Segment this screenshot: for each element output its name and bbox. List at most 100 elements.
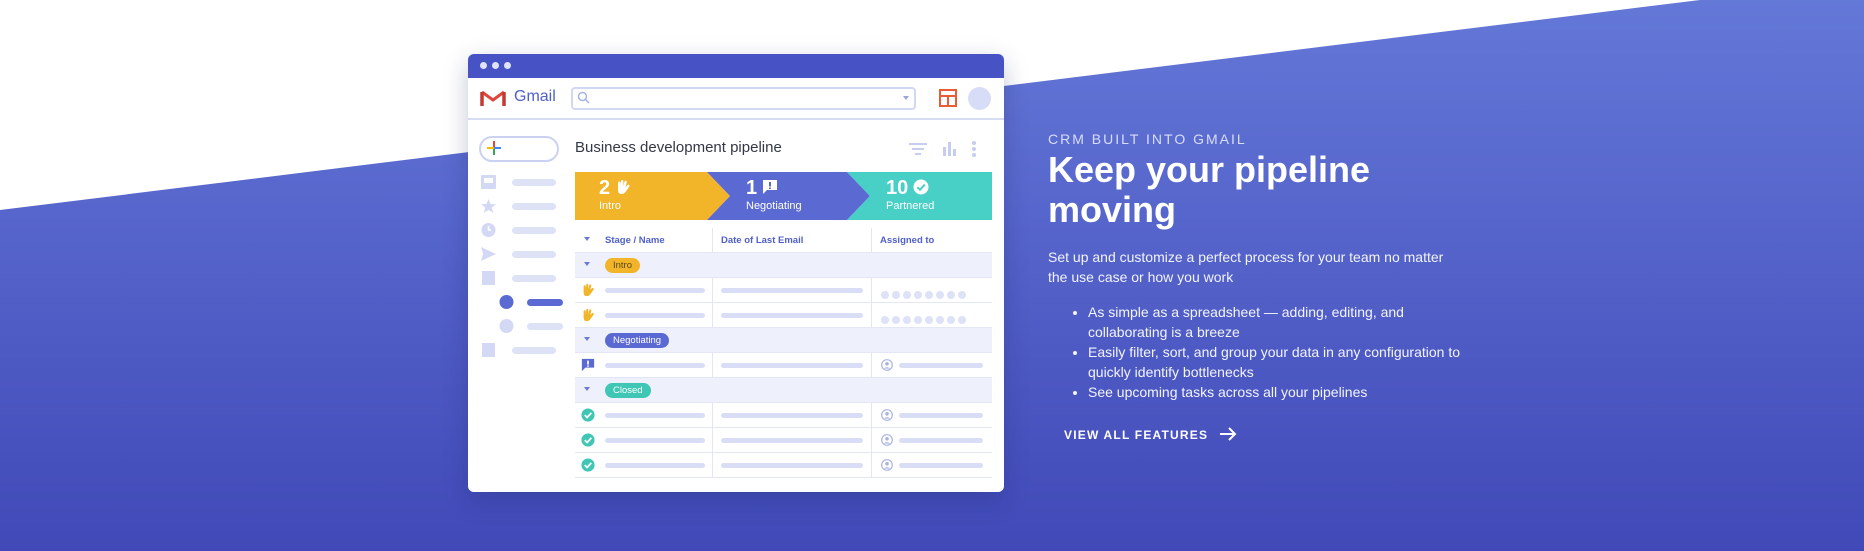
sidebar-label-placeholder xyxy=(512,203,556,210)
collapse-caret-icon[interactable] xyxy=(584,262,590,266)
filter-icon[interactable] xyxy=(909,143,927,155)
sidebar-label-placeholder xyxy=(512,227,556,234)
collapse-caret-icon[interactable] xyxy=(584,337,590,341)
assignee-placeholder xyxy=(899,363,983,368)
table-row[interactable] xyxy=(575,278,992,303)
gmail-logo-icon xyxy=(480,90,506,106)
sidebar-item-folder[interactable] xyxy=(481,343,561,357)
column-divider xyxy=(712,278,713,302)
sidebar-item-folder[interactable] xyxy=(481,271,561,285)
group-pill: Closed xyxy=(605,383,651,398)
plus-icon xyxy=(487,141,501,155)
name-placeholder xyxy=(605,438,705,443)
column-divider xyxy=(871,353,872,377)
assignee-dots xyxy=(881,286,969,304)
collapse-caret-icon[interactable] xyxy=(584,387,590,391)
hand-icon xyxy=(583,283,594,297)
column-header[interactable]: Assigned to xyxy=(880,235,934,246)
group-row-intro[interactable]: Intro xyxy=(575,253,992,278)
sidebar-item-sent[interactable] xyxy=(481,247,561,261)
feature-item: Easily filter, sort, and group your data… xyxy=(1088,342,1468,382)
person-icon xyxy=(881,359,893,371)
table-row[interactable] xyxy=(575,403,992,428)
column-header[interactable]: Stage / Name xyxy=(605,235,665,246)
date-placeholder xyxy=(721,288,863,293)
date-placeholder xyxy=(721,463,863,468)
stage-intro[interactable]: 2 Intro xyxy=(599,177,631,212)
pipeline-title: Business development pipeline xyxy=(575,139,782,156)
window-dot[interactable] xyxy=(504,62,511,69)
group-pill: Intro xyxy=(605,258,641,273)
column-divider xyxy=(712,228,713,252)
clock-icon xyxy=(481,223,496,237)
check-icon xyxy=(581,433,595,447)
person-icon xyxy=(881,409,893,421)
date-placeholder xyxy=(721,313,863,318)
sidebar-label-placeholder xyxy=(512,179,556,186)
person-icon xyxy=(881,459,893,471)
chart-icon[interactable] xyxy=(943,142,956,156)
sidebar-item-snoozed[interactable] xyxy=(481,223,561,237)
person-icon xyxy=(881,434,893,446)
feature-item: See upcoming tasks across all your pipel… xyxy=(1088,382,1468,402)
window-dot[interactable] xyxy=(480,62,487,69)
stage-name: Partnered xyxy=(886,200,935,212)
column-divider xyxy=(871,428,872,452)
sidebar-item-inbox[interactable] xyxy=(481,175,561,189)
alert-icon xyxy=(762,180,777,194)
stage-negotiating[interactable]: 1 Negotiating xyxy=(746,177,802,212)
sidebar-label-placeholder xyxy=(512,251,556,258)
pipeline-dot-icon xyxy=(499,295,514,309)
folder-icon xyxy=(482,271,495,285)
column-divider xyxy=(871,303,872,327)
table-row[interactable] xyxy=(575,353,992,378)
search-input[interactable] xyxy=(571,87,916,110)
table-header: Stage / Name Date of Last Email Assigned… xyxy=(575,228,992,253)
sidebar-label-placeholder xyxy=(512,347,556,354)
pipeline-dot-icon xyxy=(499,319,514,333)
date-placeholder xyxy=(721,438,863,443)
gmail-wordmark: Gmail xyxy=(514,88,556,105)
headline: Keep your pipeline moving xyxy=(1048,149,1371,230)
sidebar-item-pipeline[interactable] xyxy=(481,319,563,333)
feature-list: As simple as a spreadsheet — adding, edi… xyxy=(1048,302,1468,402)
assignee-placeholder xyxy=(899,438,983,443)
more-icon[interactable] xyxy=(972,141,976,157)
column-divider xyxy=(712,353,713,377)
sidebar-item-starred[interactable] xyxy=(481,199,561,213)
column-divider xyxy=(871,228,872,252)
table-row[interactable] xyxy=(575,428,992,453)
check-icon xyxy=(581,458,595,472)
name-placeholder xyxy=(605,463,705,468)
window-dot[interactable] xyxy=(492,62,499,69)
table-row[interactable] xyxy=(575,453,992,478)
name-placeholder xyxy=(605,363,705,368)
app-window: Gmail Business development pipeline 2 In… xyxy=(468,54,1004,492)
stage-summary: 2 Intro 1 Negotiating 10 Partnered xyxy=(575,172,992,220)
compose-button[interactable] xyxy=(479,136,559,162)
stage-name: Negotiating xyxy=(746,200,802,212)
table-row[interactable] xyxy=(575,303,992,328)
column-divider xyxy=(712,453,713,477)
view-all-features-link[interactable]: VIEW ALL FEATURES xyxy=(1064,427,1237,442)
layout-icon[interactable] xyxy=(939,89,957,107)
stage-count: 1 xyxy=(746,177,758,199)
name-placeholder xyxy=(605,288,705,293)
stage-partnered[interactable]: 10 Partnered xyxy=(886,177,934,212)
stage-name: Intro xyxy=(599,200,622,212)
subheading: Set up and customize a perfect process f… xyxy=(1048,249,1444,285)
inbox-icon xyxy=(481,175,496,189)
sort-caret-icon[interactable] xyxy=(584,237,590,241)
sidebar xyxy=(468,120,563,492)
column-divider xyxy=(871,278,872,302)
pipeline-table: Stage / Name Date of Last Email Assigned… xyxy=(575,228,992,478)
column-header[interactable]: Date of Last Email xyxy=(721,235,803,246)
search-options-icon[interactable] xyxy=(903,96,909,100)
name-placeholder xyxy=(605,313,705,318)
sidebar-label-placeholder xyxy=(527,299,563,306)
avatar[interactable] xyxy=(968,87,991,110)
group-row-negotiating[interactable]: Negotiating xyxy=(575,328,992,353)
group-row-closed[interactable]: Closed xyxy=(575,378,992,403)
column-divider xyxy=(712,403,713,427)
sidebar-item-pipeline-active[interactable] xyxy=(481,295,563,309)
